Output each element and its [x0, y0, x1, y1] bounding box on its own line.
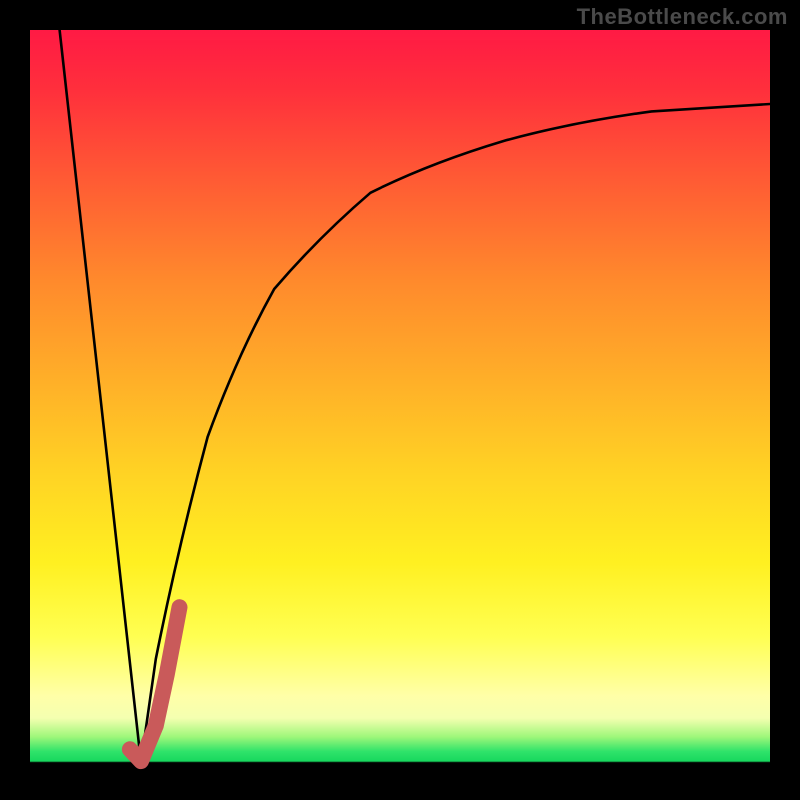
right-curve: [141, 104, 770, 763]
chart-container: TheBottleneck.com: [0, 0, 800, 800]
curve-overlay: [30, 30, 770, 770]
watermark-text: TheBottleneck.com: [577, 4, 788, 30]
plot-area: [30, 30, 770, 770]
left-line: [60, 30, 141, 763]
